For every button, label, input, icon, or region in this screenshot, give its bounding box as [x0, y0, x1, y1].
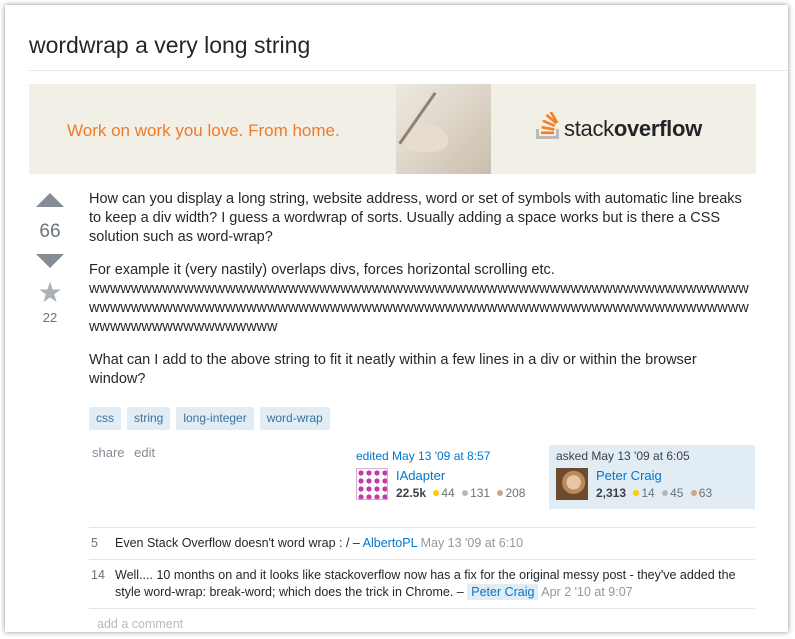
- long-string: wwwwwwwwwwwwwwwwwwwwwwwwwwwwwwwwwwwwwwww…: [89, 281, 749, 335]
- share-link[interactable]: share: [92, 445, 125, 460]
- tag-string[interactable]: string: [127, 407, 171, 430]
- body-paragraph: How can you display a long string, websi…: [89, 191, 742, 245]
- gold-badge-count: 44: [441, 486, 455, 500]
- comment: 14 Well.... 10 months on and it looks li…: [89, 560, 755, 609]
- ad-tagline: Work on work you love. From home.: [67, 121, 340, 140]
- comment-text: Even Stack Overflow doesn't word wrap : …: [115, 536, 360, 550]
- comment-user[interactable]: AlbertoPL: [363, 536, 417, 550]
- bronze-badge-icon: [690, 490, 697, 497]
- gold-badge-count: 14: [641, 486, 655, 500]
- wordmark-light: stack: [564, 116, 614, 141]
- gold-badge-icon: [633, 490, 640, 497]
- downvote-arrow-icon[interactable]: [36, 254, 64, 268]
- reputation-score: 22.5k: [396, 486, 427, 500]
- advertisement-banner[interactable]: Work on work you love. From home. stacko…: [29, 84, 756, 174]
- owner-name[interactable]: Peter Craig: [596, 468, 712, 484]
- owner-reputation: 2,313 14 45 63: [596, 486, 712, 500]
- post-menu: share edit: [92, 445, 161, 460]
- asked-time[interactable]: asked May 13 '09 at 6:05: [556, 449, 748, 463]
- body-paragraph: For example it (very nastily) overlaps d…: [89, 261, 755, 337]
- bronze-badge-icon: [497, 490, 504, 497]
- silver-badge-icon: [462, 490, 469, 497]
- bronze-badge-count: 63: [698, 486, 713, 500]
- comment-user-op[interactable]: Peter Craig: [467, 584, 539, 600]
- edited-time[interactable]: edited May 13 '09 at 8:57: [356, 449, 541, 463]
- edit-link[interactable]: edit: [134, 445, 155, 460]
- comment-body: Even Stack Overflow doesn't word wrap : …: [115, 535, 755, 552]
- edited-signature: edited May 13 '09 at 8:57 IAdapter 22.5k…: [356, 449, 541, 500]
- gold-badge-icon: [433, 490, 440, 497]
- comment-date[interactable]: Apr 2 '10 at 9:07: [541, 585, 632, 599]
- page-frame: wordwrap a very long string Work on work…: [5, 5, 788, 632]
- favorite-count: 22: [42, 310, 58, 325]
- body-text: For example it (very nastily) overlaps d…: [89, 262, 555, 278]
- bronze-badge-count: 208: [505, 486, 526, 500]
- title-divider: [29, 70, 788, 71]
- comment-text: Well.... 10 months on and it looks like …: [115, 568, 736, 599]
- add-comment-link[interactable]: add a comment: [89, 609, 755, 631]
- silver-badge-icon: [662, 490, 669, 497]
- tag-word-wrap[interactable]: word-wrap: [259, 407, 330, 430]
- tag-css[interactable]: css: [89, 407, 121, 430]
- silver-badge-count: 45: [670, 486, 684, 500]
- editor-reputation: 22.5k 44 131 208: [396, 486, 525, 500]
- asked-signature: asked May 13 '09 at 6:05 Peter Craig 2,3…: [549, 445, 755, 509]
- tag-list: css string long-integer word-wrap: [89, 407, 330, 430]
- avatar[interactable]: [356, 468, 388, 500]
- vote-cell: 66 ★ 22: [29, 193, 71, 325]
- question-title[interactable]: wordwrap a very long string: [29, 32, 310, 59]
- comment-body: Well.... 10 months on and it looks like …: [115, 567, 755, 601]
- editor-name[interactable]: IAdapter: [396, 468, 525, 484]
- upvote-arrow-icon[interactable]: [36, 193, 64, 207]
- stackoverflow-wordmark: stackoverflow: [564, 116, 702, 142]
- body-paragraph: What can I add to the above string to fi…: [89, 352, 697, 387]
- question-body: How can you display a long string, websi…: [89, 190, 755, 403]
- favorite-star-icon[interactable]: ★: [29, 278, 71, 308]
- vote-count: 66: [39, 221, 61, 242]
- silver-badge-count: 131: [470, 486, 491, 500]
- comment-date[interactable]: May 13 '09 at 6:10: [421, 536, 523, 550]
- ad-photo: [396, 84, 491, 174]
- tag-long-integer[interactable]: long-integer: [176, 407, 254, 430]
- reputation-score: 2,313: [596, 486, 627, 500]
- wordmark-bold: overflow: [613, 116, 702, 141]
- comment-score: 5: [91, 536, 98, 550]
- comment-list: 5 Even Stack Overflow doesn't word wrap …: [89, 527, 755, 631]
- stackoverflow-logo-icon: [536, 112, 559, 139]
- comment-score: 14: [91, 568, 105, 582]
- avatar[interactable]: [556, 468, 588, 500]
- comment: 5 Even Stack Overflow doesn't word wrap …: [89, 528, 755, 560]
- stackoverflow-logo: stackoverflow: [535, 112, 702, 142]
